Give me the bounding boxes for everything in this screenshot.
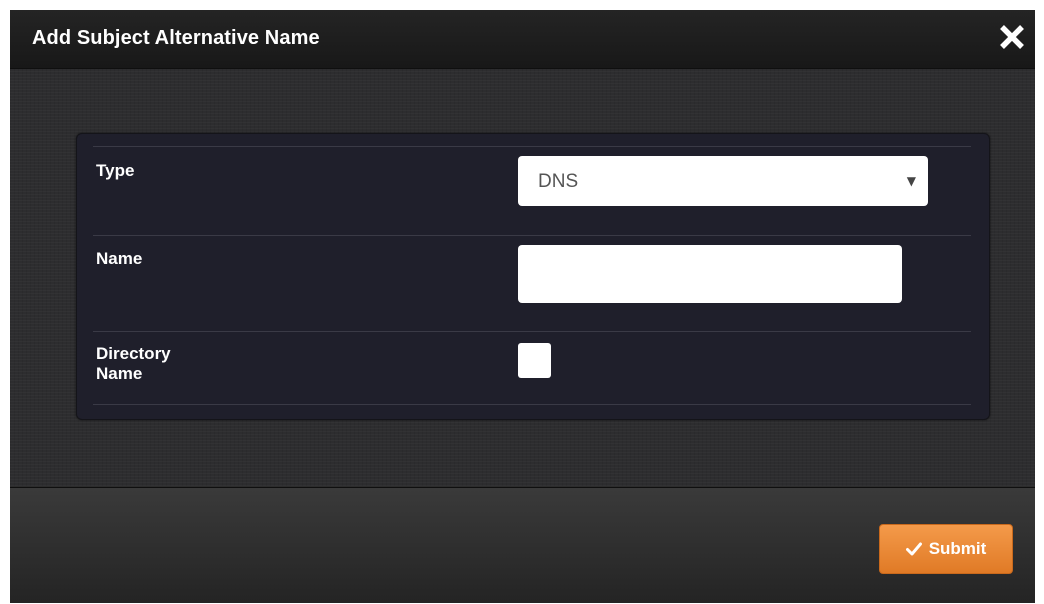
form-row-directory-name: Directory Name [93, 331, 971, 404]
name-input[interactable] [518, 245, 902, 303]
directory-name-label-line1: Directory [96, 344, 171, 363]
close-icon [995, 20, 1029, 54]
type-select[interactable]: DNS ▼ [518, 156, 928, 206]
directory-name-checkbox[interactable] [518, 343, 551, 378]
type-select-value: DNS [538, 171, 579, 192]
form-row-divider [93, 404, 971, 405]
submit-button[interactable]: Submit [879, 524, 1013, 574]
dialog-title: Add Subject Alternative Name [32, 27, 320, 49]
form-row-name: Name [93, 235, 971, 330]
add-san-dialog: Add Subject Alternative Name Type DNS ▼ … [10, 10, 1035, 603]
dialog-body: Type DNS ▼ Name Directory Name [10, 69, 1035, 486]
type-label: Type [96, 161, 135, 180]
check-icon [905, 542, 922, 556]
submit-label: Submit [928, 539, 987, 558]
dialog-header: Add Subject Alternative Name [10, 10, 1035, 69]
name-label: Name [96, 249, 143, 268]
caret-down-icon: ▼ [906, 174, 916, 188]
close-button[interactable] [995, 20, 1029, 54]
dialog-footer: Submit [10, 487, 1035, 603]
directory-name-label-line2: Name [96, 364, 143, 383]
form-row-type: Type DNS ▼ [93, 146, 971, 235]
form-panel: Type DNS ▼ Name Directory Name [76, 133, 990, 420]
directory-name-label: Directory Name [96, 344, 171, 384]
